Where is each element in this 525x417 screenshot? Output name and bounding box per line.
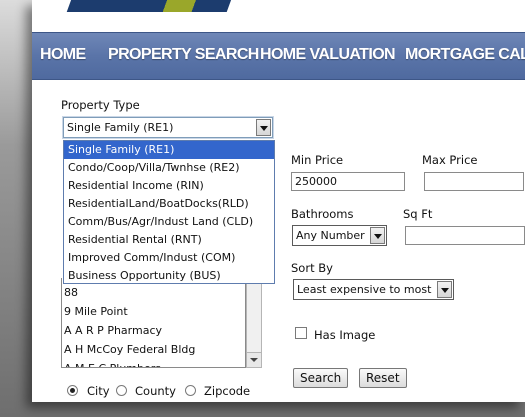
radio-city-label: City	[87, 384, 110, 398]
radio-county-label: County	[135, 384, 176, 398]
nav-home[interactable]: HOME	[40, 46, 86, 64]
chevron-down-icon[interactable]	[256, 119, 271, 136]
radio-city[interactable]	[67, 385, 78, 396]
property-type-option[interactable]: Residential Income (RIN)	[64, 177, 274, 195]
bathrooms-selected-value: Any Number	[296, 229, 365, 242]
location-scrollbar[interactable]	[246, 278, 262, 368]
sqft-input[interactable]	[405, 226, 525, 245]
list-item[interactable]: 9 Mile Point	[62, 302, 245, 321]
min-price-input[interactable]	[291, 172, 405, 191]
min-price-label: Min Price	[291, 153, 344, 167]
search-button[interactable]: Search	[293, 368, 349, 388]
list-item[interactable]: A H McCoy Federal Bldg	[62, 340, 245, 359]
reset-button[interactable]: Reset	[359, 368, 407, 388]
has-image-checkbox[interactable]	[295, 327, 307, 339]
site-header	[32, 0, 525, 32]
sort-by-select[interactable]: Least expensive to most	[293, 279, 454, 300]
nav-property-search[interactable]: PROPERTY SEARCH	[108, 46, 259, 64]
radio-zipcode[interactable]	[185, 385, 196, 396]
list-item[interactable]: A M E C Plumbers	[62, 359, 245, 367]
sort-by-selected-value: Least expensive to most	[297, 283, 432, 296]
site-logo[interactable]	[66, 0, 234, 12]
chevron-down-icon[interactable]	[437, 281, 452, 298]
nav-mortgage-calc[interactable]: MORTGAGE CALC	[405, 46, 525, 64]
property-type-label: Property Type	[61, 98, 140, 112]
main-navbar: HOME PROPERTY SEARCH HOME VALUATION MORT…	[32, 32, 525, 80]
property-type-option[interactable]: Comm/Bus/Agr/Indust Land (CLD)	[64, 213, 274, 231]
chevron-down-icon[interactable]	[370, 227, 385, 244]
bathrooms-label: Bathrooms	[291, 207, 354, 221]
page: HOME PROPERTY SEARCH HOME VALUATION MORT…	[32, 0, 525, 402]
sqft-label: Sq Ft	[403, 207, 433, 221]
max-price-input[interactable]	[424, 172, 524, 191]
property-type-option[interactable]: Improved Comm/Indust (COM)	[64, 249, 274, 267]
list-item[interactable]: 88	[62, 283, 245, 302]
property-type-selected-value: Single Family (RE1)	[67, 121, 174, 134]
property-type-option[interactable]: Condo/Coop/Villa/Twnhse (RE2)	[64, 159, 274, 177]
has-image-label: Has Image	[314, 328, 376, 342]
property-type-option[interactable]: Single Family (RE1)	[64, 141, 274, 159]
max-price-label: Max Price	[422, 153, 478, 167]
nav-home-valuation[interactable]: HOME VALUATION	[260, 46, 396, 64]
property-type-select[interactable]: Single Family (RE1)	[62, 116, 274, 139]
property-type-option[interactable]: ResidentialLand/BoatDocks(RLD)	[64, 195, 274, 213]
radio-zipcode-label: Zipcode	[204, 384, 251, 398]
scroll-down-arrow-icon[interactable]	[247, 352, 261, 367]
sort-by-label: Sort By	[291, 261, 333, 275]
radio-county[interactable]	[116, 385, 127, 396]
property-type-option[interactable]: Residential Rental (RNT)	[64, 231, 274, 249]
property-type-option[interactable]: Business Opportunity (BUS)	[64, 267, 274, 285]
property-type-dropdown[interactable]: Single Family (RE1) Condo/Coop/Villa/Twn…	[63, 140, 275, 284]
location-listbox[interactable]: 88 9 Mile Point A A R P Pharmacy A H McC…	[61, 278, 246, 368]
bathrooms-select[interactable]: Any Number	[292, 225, 387, 246]
list-item[interactable]: A A R P Pharmacy	[62, 321, 245, 340]
